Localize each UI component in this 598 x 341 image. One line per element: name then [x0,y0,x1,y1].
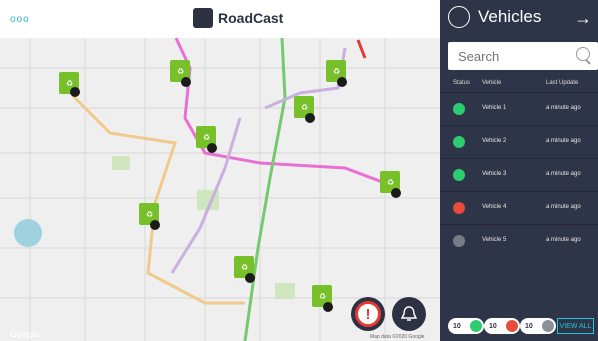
stopped-status-icon [506,320,518,332]
top-bar: ooo RoadCast [0,0,440,38]
status-icon [453,235,465,247]
last-update: a minute ago [546,171,581,177]
lake [14,219,42,247]
column-last-update: Last Update [546,80,579,86]
vehicle-name: Vehicle 5 [482,237,507,243]
active-count-badge[interactable]: 10 [448,318,484,334]
column-vehicle: Vehicle [482,80,502,86]
table-row[interactable]: Vehicle 2 a minute ago [440,125,598,158]
map-canvas: ♻ ♻ ♻ ♻ ♻ ♻ ♻ ♻ ♻ [0,38,440,341]
google-attribution: Google [10,329,40,339]
brand-name: RoadCast [218,10,284,26]
stopped-count: 10 [489,322,497,330]
search-icon[interactable] [576,47,590,61]
map[interactable]: ♻ ♻ ♻ ♻ ♻ ♻ ♻ ♻ ♻ [0,38,440,341]
vehicle-name: Vehicle 2 [482,138,507,144]
svg-text:♻: ♻ [177,67,184,76]
vehicle-name: Vehicle 4 [482,204,507,210]
offline-count-badge[interactable]: 10 [520,318,556,334]
panel-title: Vehicles [478,7,542,26]
search-box[interactable] [448,42,598,70]
offline-count: 10 [525,322,533,330]
svg-text:♻: ♻ [319,292,326,301]
view-all-button[interactable]: VIEW ALL [557,318,594,334]
panel-footer: 10 10 10 VIEW ALL [440,310,598,341]
svg-text:♻: ♻ [301,103,308,112]
svg-text:♻: ♻ [241,263,248,272]
active-status-icon [470,320,482,332]
stopped-count-badge[interactable]: 10 [484,318,520,334]
status-icon [453,202,465,214]
menu-dots-icon[interactable]: ooo [10,14,30,25]
column-status: Status [453,80,471,86]
truck-icon [448,6,470,28]
offline-status-icon [542,320,554,332]
last-update: a minute ago [546,105,581,111]
table-header: Status Vehicle Last Update [440,80,598,92]
table-row[interactable]: Vehicle 3 a minute ago [440,158,598,191]
brand: RoadCast [193,8,283,28]
last-update: a minute ago [546,138,581,144]
vehicles-panel: Vehicles → Status Vehicle Last Update Ve… [440,0,598,341]
svg-text:♻: ♻ [66,79,73,88]
vehicle-list: Vehicle 1 a minute ago Vehicle 2 a minut… [440,92,598,257]
arrow-right-icon[interactable]: → [574,8,592,29]
status-icon [453,103,465,115]
alarm-button[interactable] [392,297,426,331]
bin-marker: ♻ [59,72,80,97]
green-area [275,283,295,299]
map-data-notice: Map data ©2020 Google [370,334,425,340]
status-icon [453,169,465,181]
panel-header: Vehicles [448,6,541,28]
vehicle-name: Vehicle 1 [482,105,507,111]
table-row[interactable]: Vehicle 5 a minute ago [440,224,598,257]
svg-text:♻: ♻ [203,133,210,142]
warning-button[interactable]: ! [351,297,385,331]
table-row[interactable]: Vehicle 1 a minute ago [440,92,598,125]
svg-text:♻: ♻ [333,67,340,76]
active-count: 10 [453,322,461,330]
svg-text:♻: ♻ [146,210,153,219]
last-update: a minute ago [546,237,581,243]
status-icon [453,136,465,148]
green-area [112,156,130,170]
last-update: a minute ago [546,204,581,210]
search-input[interactable] [448,42,570,70]
roadcast-logo-icon [193,8,213,28]
table-row[interactable]: Vehicle 4 a minute ago [440,191,598,224]
vehicle-name: Vehicle 3 [482,171,507,177]
svg-text:♻: ♻ [387,178,394,187]
bell-icon [400,306,418,321]
warning-icon: ! [355,301,381,327]
